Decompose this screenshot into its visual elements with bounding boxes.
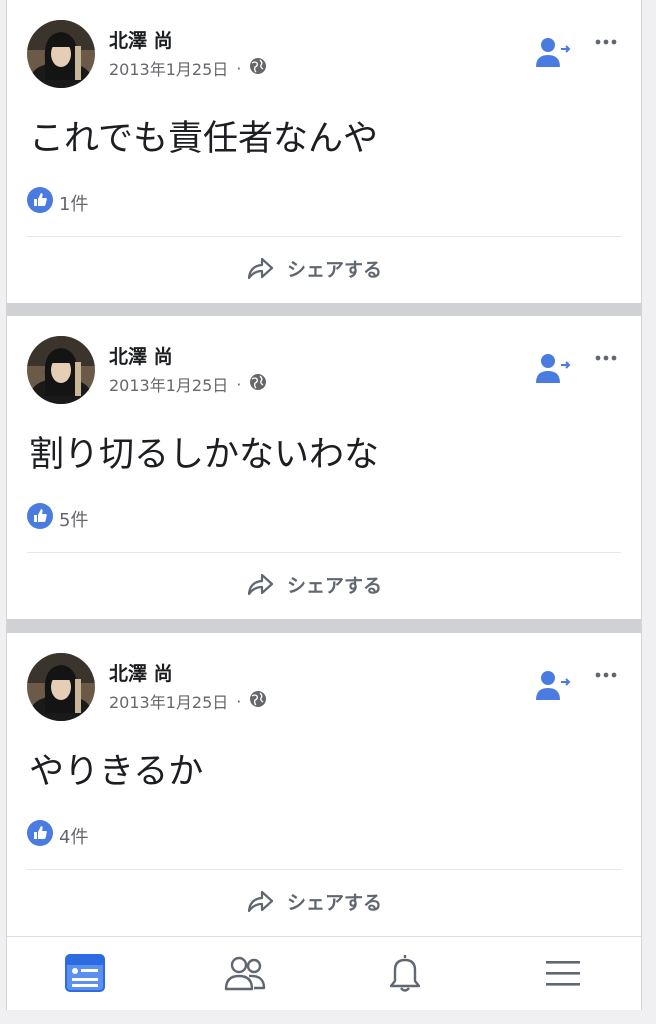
like-count-label: 5件 (59, 509, 89, 531)
share-button[interactable]: シェアする (245, 886, 382, 916)
more-options-button[interactable] (591, 665, 621, 685)
person-follow-icon (536, 354, 571, 383)
person-follow-icon (536, 671, 571, 700)
globe-icon (249, 57, 267, 79)
meta-separator: · (236, 58, 242, 78)
author-name[interactable]: 北澤 尚 (109, 659, 173, 686)
post-card: 北澤 尚 2013年1月25日 · やりきるか 4件 シェアする (7, 633, 641, 936)
share-label: シェアする (287, 574, 383, 597)
divider (27, 869, 621, 870)
share-arrow-icon (247, 890, 274, 913)
like-count[interactable]: 1件 (27, 187, 88, 218)
tab-notifications[interactable] (381, 951, 429, 995)
globe-icon (249, 690, 267, 712)
meta-separator: · (236, 374, 242, 394)
globe-icon (249, 373, 267, 395)
follow-button[interactable] (535, 352, 571, 386)
more-dots-icon (595, 672, 617, 678)
tab-news-feed[interactable] (61, 951, 109, 995)
app-frame: 北澤 尚 2013年1月25日 · これでも責任者なんや 1件 シェアする 北澤… (6, 0, 642, 1010)
friends-icon (224, 956, 266, 991)
more-dots-icon (595, 355, 617, 361)
more-options-button[interactable] (591, 348, 621, 368)
share-label: シェアする (287, 891, 383, 914)
post-text: 割り切るしかないわな (29, 435, 380, 475)
post-meta: 2013年1月25日 · (109, 372, 267, 396)
notifications-bell-icon (389, 955, 421, 992)
more-dots-icon (595, 39, 617, 45)
like-count-label: 1件 (59, 193, 89, 215)
post-card: 北澤 尚 2013年1月25日 · これでも責任者なんや 1件 シェアする (7, 0, 641, 303)
share-button[interactable]: シェアする (245, 253, 382, 283)
avatar[interactable] (27, 653, 95, 721)
bottom-tab-bar (7, 936, 641, 1010)
like-count-label: 4件 (59, 826, 89, 848)
like-thumbs-up-icon (27, 820, 53, 851)
post-text: これでも責任者なんや (29, 119, 378, 159)
person-follow-icon (536, 38, 571, 67)
avatar[interactable] (27, 336, 95, 404)
more-options-button[interactable] (591, 32, 621, 52)
divider (27, 236, 621, 237)
avatar[interactable] (27, 20, 95, 88)
share-button[interactable]: シェアする (245, 569, 382, 599)
news-feed-icon (65, 954, 105, 992)
post-date[interactable]: 2013年1月25日 (109, 372, 228, 396)
author-name[interactable]: 北澤 尚 (109, 26, 173, 53)
share-label: シェアする (287, 258, 383, 281)
like-count[interactable]: 5件 (27, 503, 88, 534)
follow-button[interactable] (535, 669, 571, 703)
follow-button[interactable] (535, 36, 571, 70)
tab-friends[interactable] (221, 951, 269, 995)
menu-hamburger-icon (546, 961, 580, 986)
tab-menu[interactable] (539, 951, 587, 995)
share-arrow-icon (247, 257, 274, 280)
divider (27, 552, 621, 553)
post-text: やりきるか (29, 752, 204, 792)
share-arrow-icon (247, 573, 274, 596)
meta-separator: · (236, 691, 242, 711)
like-thumbs-up-icon (27, 503, 53, 534)
post-date[interactable]: 2013年1月25日 (109, 56, 228, 80)
post-date[interactable]: 2013年1月25日 (109, 689, 228, 713)
author-name[interactable]: 北澤 尚 (109, 342, 173, 369)
like-count[interactable]: 4件 (27, 820, 88, 851)
post-meta: 2013年1月25日 · (109, 56, 267, 80)
like-thumbs-up-icon (27, 187, 53, 218)
post-meta: 2013年1月25日 · (109, 689, 267, 713)
post-card: 北澤 尚 2013年1月25日 · 割り切るしかないわな 5件 シェアする (7, 316, 641, 619)
